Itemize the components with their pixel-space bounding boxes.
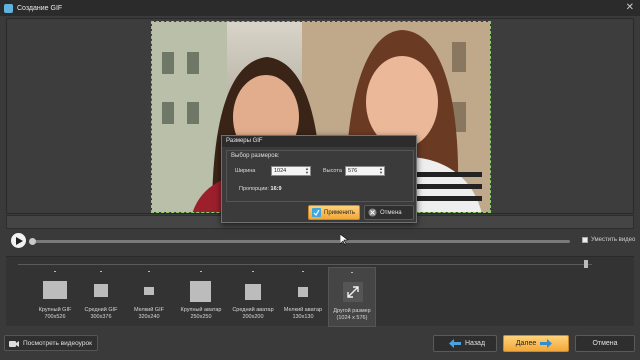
size-option-large-gif[interactable]: Крупный GIF 700x526 (32, 267, 78, 327)
expand-arrows-icon (347, 286, 359, 298)
size-label: Мелкий аватар 130x130 (283, 307, 323, 320)
close-icon[interactable]: ✕ (626, 2, 634, 14)
size-slider-track (18, 264, 592, 265)
timeline-knob[interactable] (29, 238, 36, 245)
back-label: Назад (464, 340, 486, 347)
sizes-panel: Крупный GIF 700x526 Средний GIF 300x376 Ме… (6, 256, 634, 327)
checkbox-box[interactable] (582, 237, 588, 243)
size-selection-group: Выбор размеров: Ширина 1024 ▲ ▼ Высота 57… (226, 150, 414, 202)
height-label: Высота (323, 168, 342, 174)
title-bar: Создание GIF ✕ (0, 0, 640, 16)
apply-button[interactable]: Применить (308, 205, 360, 220)
aspect-ratio: Пропорции: 16:9 (239, 186, 282, 192)
timeline-slider[interactable] (29, 238, 570, 245)
size-label: Другой размер (1024 x 576) (333, 308, 371, 321)
dialog-title: Размеры GIF (222, 136, 416, 147)
arrow-left-icon (448, 339, 461, 348)
size-option-custom[interactable]: Другой размер (1024 x 576) (328, 267, 376, 327)
size-slider-knob[interactable] (584, 260, 588, 268)
size-label: Средний GIF 300x376 (84, 307, 118, 320)
height-value: 576 (348, 168, 358, 174)
size-option-small-gif[interactable]: Мелкий GIF 320x240 (126, 267, 172, 327)
cancel-icon (368, 208, 377, 217)
size-label: Крупный аватар 250x250 (180, 307, 222, 320)
window-title: Создание GIF (17, 4, 63, 12)
group-title: Выбор размеров: (231, 153, 280, 159)
size-thumb (144, 287, 154, 295)
next-label: Далее (515, 340, 537, 347)
dialog-cancel-label: Отмена (380, 209, 402, 216)
size-thumb (190, 281, 211, 302)
cancel-button[interactable]: Отмена (575, 335, 635, 352)
cancel-label: Отмена (592, 340, 618, 347)
arrow-right-icon (540, 339, 553, 348)
play-icon (15, 236, 23, 245)
size-thumb (94, 284, 108, 297)
size-option-medium-avatar[interactable]: Средний аватар 200x200 (230, 267, 276, 327)
tutorial-label: Посмотреть видеоурок (23, 339, 92, 347)
size-option-large-avatar[interactable]: Крупный аватар 250x250 (178, 267, 224, 327)
apply-label: Применить (324, 209, 356, 216)
size-thumb (245, 284, 261, 300)
apply-icon (312, 208, 321, 217)
size-label: Мелкий GIF 320x240 (134, 307, 164, 320)
size-dot (252, 271, 254, 272)
play-button[interactable] (11, 233, 26, 248)
width-value: 1024 (274, 168, 287, 174)
ratio-label: Пропорции: (239, 186, 269, 192)
size-dot (148, 271, 150, 272)
mouse-cursor-icon (340, 234, 348, 246)
expand-icon (343, 282, 363, 302)
ratio-value: 16:9 (270, 186, 282, 192)
fit-video-label: Уместить видео (591, 237, 636, 243)
size-dot (351, 272, 353, 273)
size-thumb (298, 287, 308, 297)
dialog-cancel-button[interactable]: Отмена (364, 205, 414, 220)
gif-size-dialog: Размеры GIF Выбор размеров: Ширина 1024 … (221, 135, 417, 223)
size-option-medium-gif[interactable]: Средний GIF 300x376 (78, 267, 124, 327)
size-thumb (43, 281, 67, 299)
size-label: Средний аватар 200x200 (232, 307, 274, 320)
size-dot (54, 271, 56, 272)
video-camera-icon (9, 340, 19, 347)
fit-video-checkbox[interactable]: Уместить видео (582, 237, 635, 243)
width-spinner-arrows[interactable]: ▲ ▼ (305, 167, 309, 175)
watch-tutorial-button[interactable]: Посмотреть видеоурок (4, 335, 98, 351)
size-dot (302, 271, 304, 272)
size-option-small-avatar[interactable]: Мелкий аватар 130x130 (280, 267, 326, 327)
width-input[interactable]: 1024 ▲ ▼ (271, 166, 311, 176)
back-button[interactable]: Назад (433, 335, 497, 352)
width-label: Ширина (235, 168, 256, 174)
app-icon (4, 3, 13, 13)
height-spinner-arrows[interactable]: ▲ ▼ (379, 167, 383, 175)
next-button[interactable]: Далее (503, 335, 569, 352)
size-dot (200, 271, 202, 272)
size-dot (100, 271, 102, 272)
height-input[interactable]: 576 ▲ ▼ (345, 166, 385, 176)
